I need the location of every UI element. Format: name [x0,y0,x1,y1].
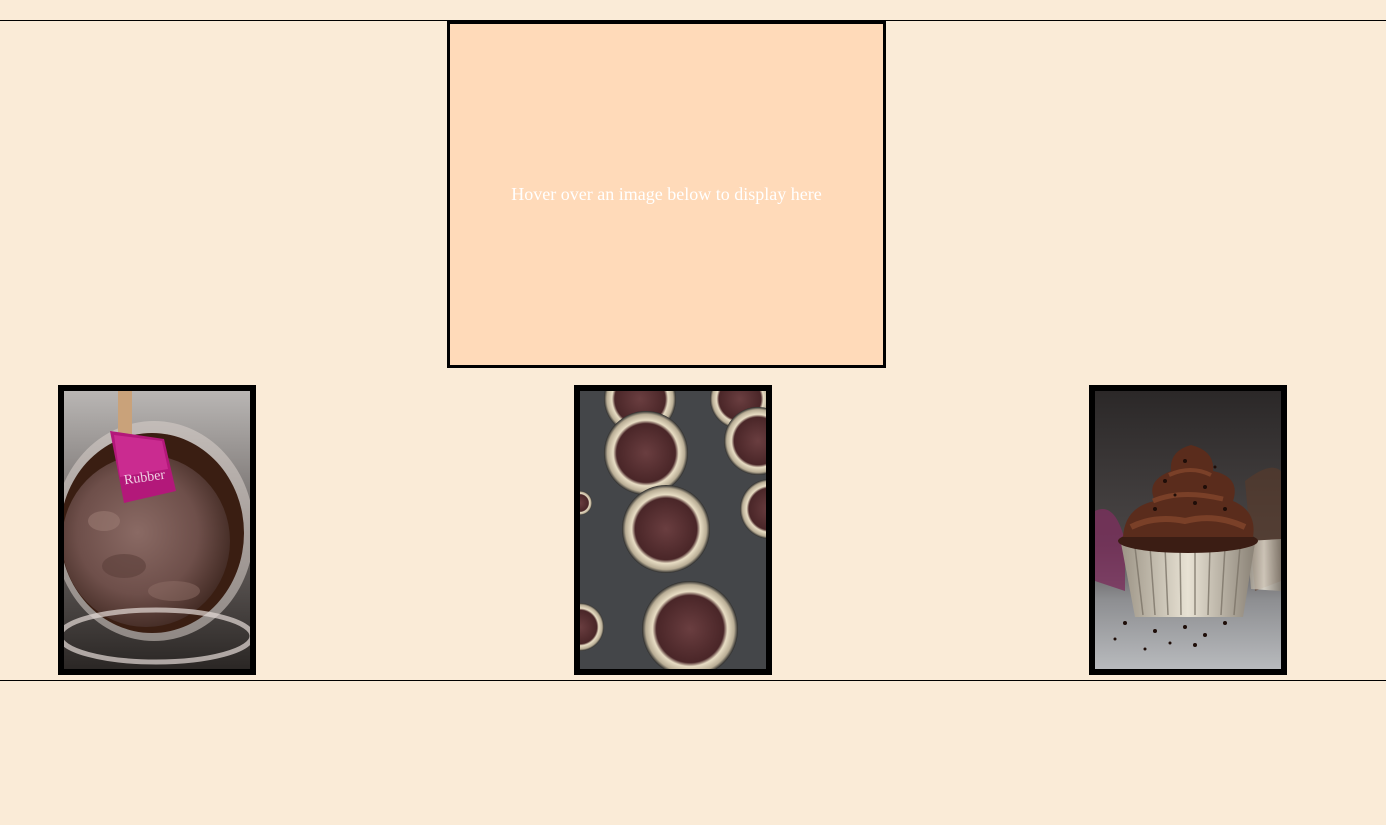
image-display-area: Hover over an image below to display her… [447,21,886,368]
gallery-thumbnail-batter-bowl[interactable]: Rubber [58,385,256,675]
gallery-thumbnail-cupcake-pan[interactable] [574,385,772,675]
bottom-divider [0,680,1386,681]
display-instruction-text: Hover over an image below to display her… [511,183,822,204]
page: Hover over an image below to display her… [0,0,1386,825]
gallery-thumbnail-frosted-cupcake[interactable] [1089,385,1287,675]
frosted-cupcake-image [1095,391,1281,669]
batter-bowl-image: Rubber [64,391,250,669]
cupcake-pan-image [580,391,766,669]
